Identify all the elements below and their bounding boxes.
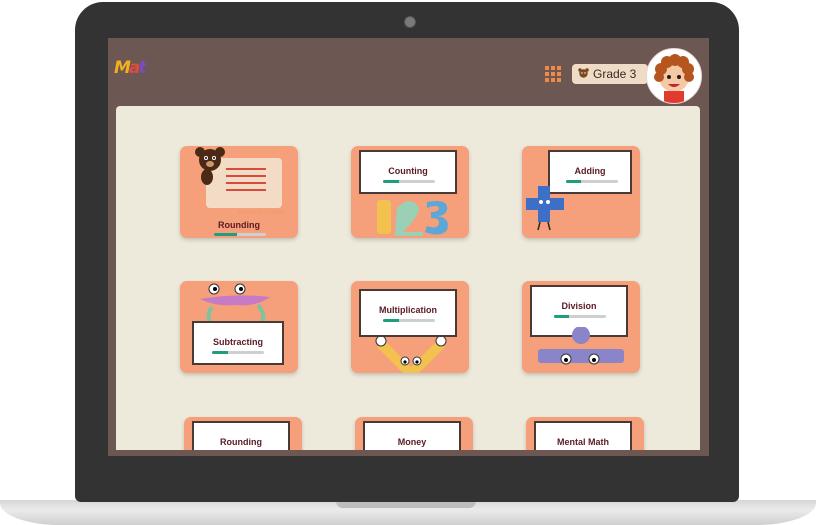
topic-title: Subtracting [212,337,263,347]
topic-tile-adding[interactable]: Adding [522,146,640,238]
topic-title: Rounding [218,220,260,230]
topic-tile-rounding[interactable]: Recently visited Rounding [180,146,298,238]
topic-title: Adding [574,166,606,176]
topic-title: Multiplication [379,305,437,315]
topic-title: Counting [388,166,428,176]
topic-tile-mental-math[interactable]: Mental Math [526,417,644,450]
topic-title: Division [561,301,597,311]
divide-character-icon [538,327,624,365]
topic-card: Subtracting [192,321,284,365]
topic-grid: Recently visited Rounding Counting Addin… [116,106,700,450]
webcam [404,16,416,28]
progress-bar [554,315,606,318]
progress-bar [214,233,266,236]
topic-card: Rounding [192,421,290,450]
progress-bar [383,180,435,183]
top-bar: Mat Grade 3 [108,38,709,106]
grade-label: Grade 3 [593,67,637,81]
topic-card: Counting [359,150,457,194]
progress-bar [383,319,435,322]
topic-tile-rounding-2[interactable]: Rounding [184,417,302,450]
laptop-hinge [336,501,476,508]
grade-selector[interactable]: Grade 3 [572,64,648,84]
grid-icon[interactable] [545,66,561,82]
bear-icon [195,147,225,185]
bear-icon [578,67,589,81]
app-screen: Mat Grade 3 Recently visited Rounding Co… [108,38,709,456]
topic-card: Mental Math [534,421,632,450]
app-logo[interactable]: Mat [114,58,147,78]
topic-tile-money[interactable]: Money [355,417,473,450]
boy-avatar-icon[interactable] [646,48,702,104]
topic-tile-counting[interactable]: Counting [351,146,469,238]
numbers-123-icon [377,200,448,236]
topic-card: Multiplication [359,289,457,337]
recently-visited-badge: Recently visited [238,210,284,216]
topic-title: Rounding [220,437,262,447]
topic-title: Mental Math [556,437,609,447]
progress-bar [566,180,618,183]
topic-tile-multiplication[interactable]: Multiplication [351,281,469,373]
topic-card: Money [363,421,461,450]
topic-tile-division[interactable]: Division [522,281,640,373]
topic-title: Money [397,437,427,447]
topic-tile-subtracting[interactable]: Subtracting [180,281,298,373]
progress-bar [212,351,264,354]
minus-character-icon [200,283,270,321]
plus-character-icon [526,186,564,231]
multiply-character-icon [375,337,447,373]
